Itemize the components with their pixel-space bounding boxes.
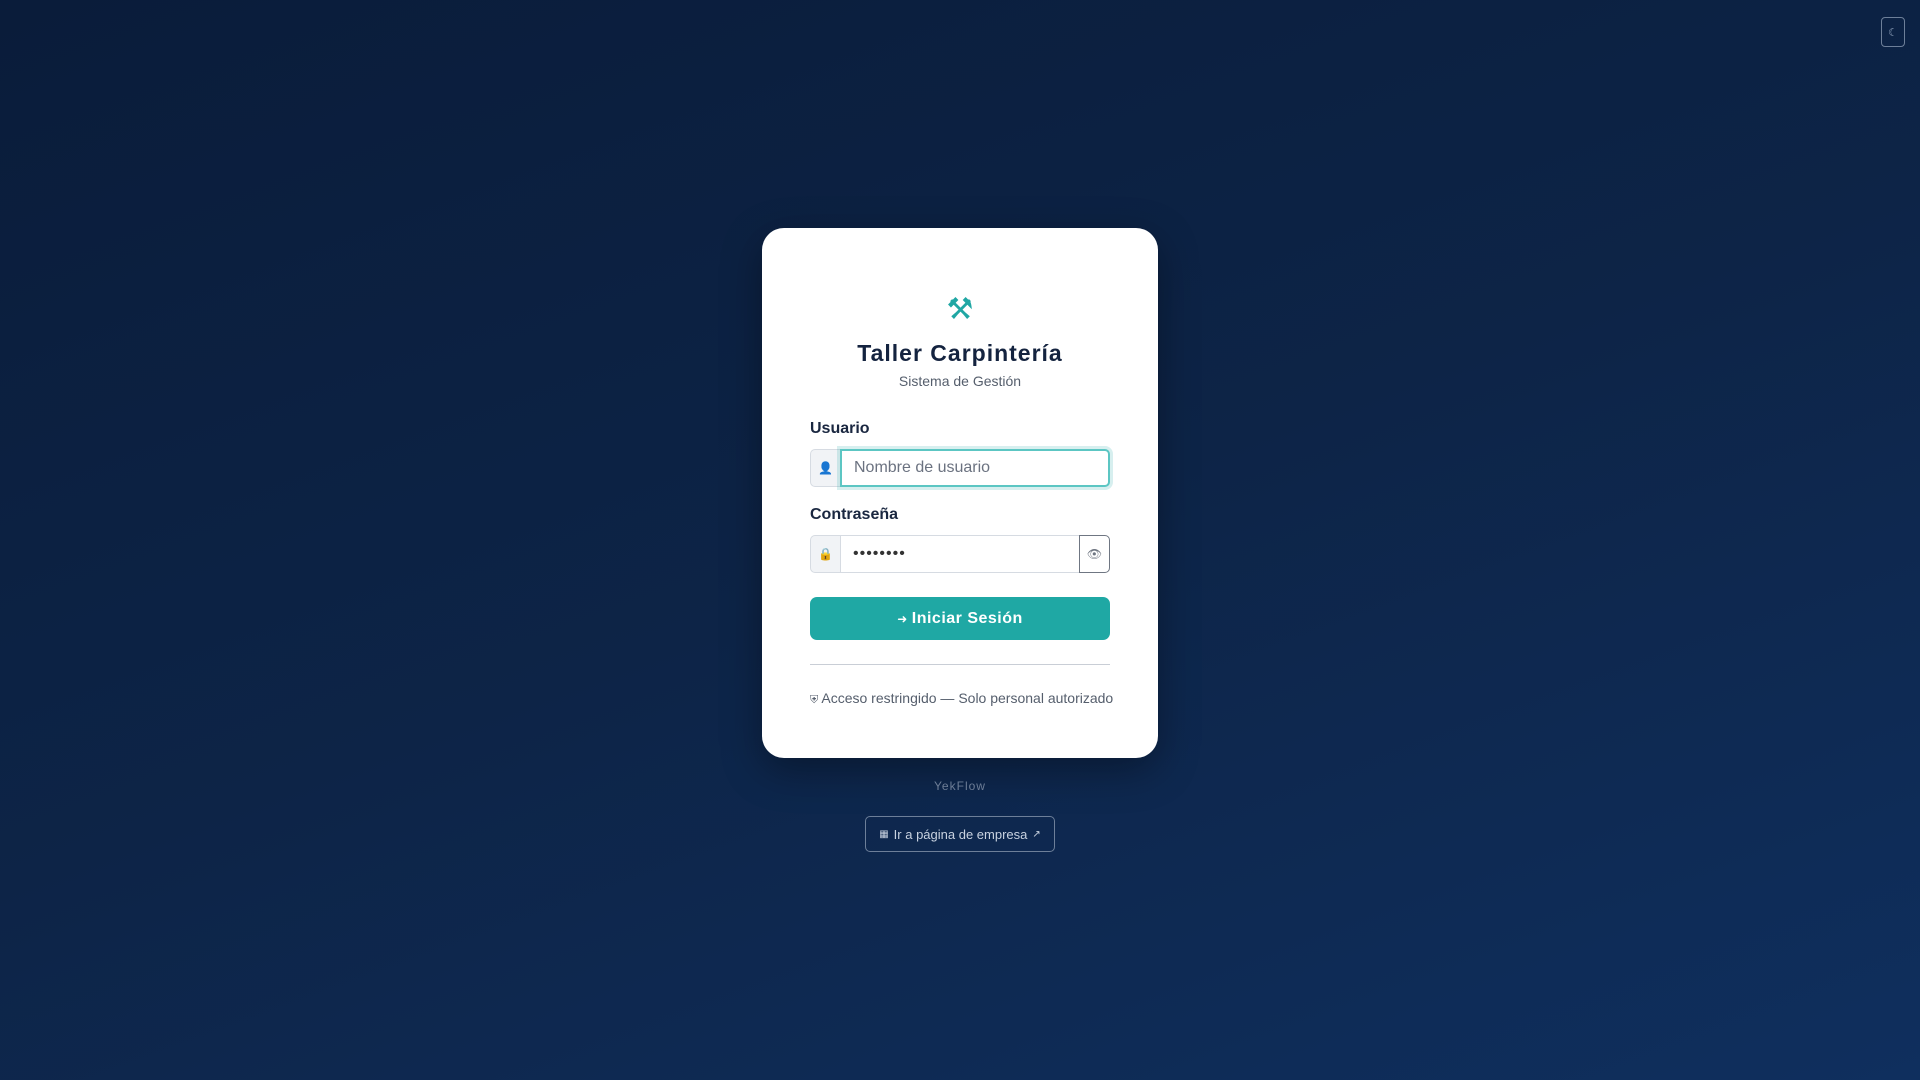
company-page-label: Ir a página de empresa (893, 826, 1028, 842)
username-label: Usuario (810, 420, 870, 437)
login-button[interactable]: ➜ Iniciar Sesión (810, 597, 1110, 640)
external-link-icon: ↗ (1032, 828, 1041, 840)
username-input-group: 👤 (810, 449, 1110, 487)
shield-icon: ⛨ (810, 693, 819, 706)
theme-toggle-button[interactable]: ☾ (1881, 17, 1905, 47)
lock-icon: 🔒 (810, 535, 840, 573)
hammer-icon: ⚒ (946, 292, 974, 327)
building-icon: ▦ (879, 828, 889, 840)
moon-icon: ☾ (1888, 25, 1898, 39)
restricted-access-text: Acceso restringido — Solo personal autor… (821, 690, 1114, 706)
username-input[interactable] (840, 449, 1110, 487)
brand-footer: YekFlow (934, 779, 986, 793)
user-icon: 👤 (810, 449, 840, 487)
password-input-group: 🔒 👁 (810, 535, 1110, 573)
password-label: Contraseña (810, 506, 899, 523)
password-input[interactable] (840, 535, 1079, 573)
toggle-password-button[interactable]: 👁 (1079, 535, 1110, 573)
login-button-label: Iniciar Sesión (911, 609, 1023, 627)
eye-icon: 👁 (1086, 547, 1103, 561)
login-card: ⚒ Taller Carpintería Sistema de Gestión … (762, 228, 1158, 758)
divider (810, 664, 1110, 665)
company-page-button[interactable]: ▦ Ir a página de empresa ↗ (865, 816, 1055, 852)
sign-in-icon: ➜ (897, 611, 908, 626)
restricted-access-notice: ⛨ Acceso restringido — Solo personal aut… (810, 690, 1120, 707)
app-title: Taller Carpintería (857, 340, 1063, 366)
app-subtitle: Sistema de Gestión (898, 373, 1022, 389)
